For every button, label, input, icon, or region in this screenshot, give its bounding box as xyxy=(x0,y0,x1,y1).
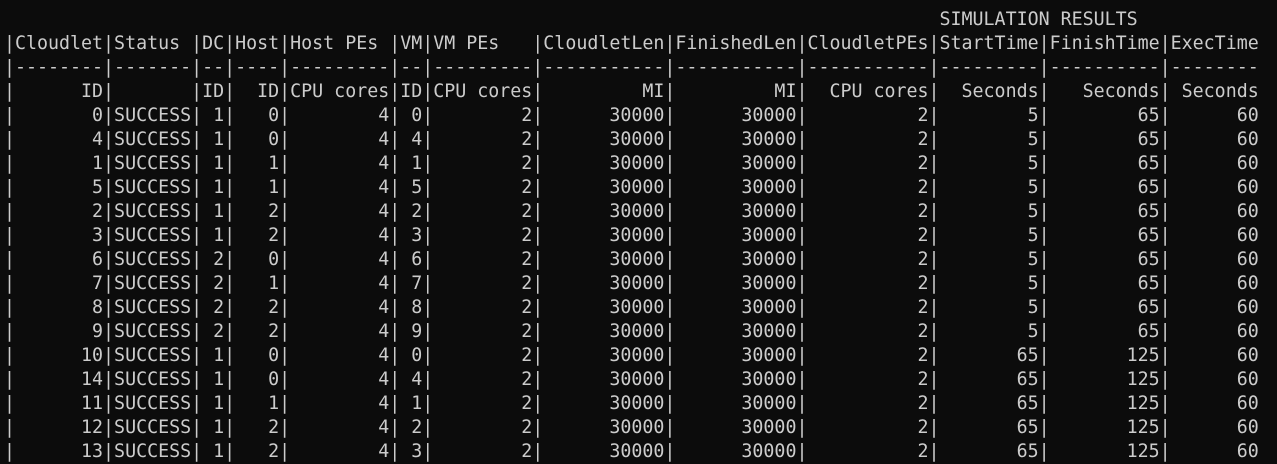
table-row: | 13|SUCCESS| 1| 2| 4| 3| 2| 30000| 3000… xyxy=(4,441,1259,462)
table-row: | 7|SUCCESS| 2| 1| 4| 7| 2| 30000| 30000… xyxy=(4,273,1259,294)
table-row: | 11|SUCCESS| 1| 1| 4| 1| 2| 30000| 3000… xyxy=(4,393,1259,414)
table-row: | 14|SUCCESS| 1| 0| 4| 4| 2| 30000| 3000… xyxy=(4,369,1259,390)
table-row: | 5|SUCCESS| 1| 1| 4| 5| 2| 30000| 30000… xyxy=(4,177,1259,198)
table-row: | 1|SUCCESS| 1| 1| 4| 1| 2| 30000| 30000… xyxy=(4,153,1259,174)
table-row: | 4|SUCCESS| 1| 0| 4| 4| 2| 30000| 30000… xyxy=(4,129,1259,150)
table-row: | 9|SUCCESS| 2| 2| 4| 9| 2| 30000| 30000… xyxy=(4,321,1259,342)
table-row: | 2|SUCCESS| 1| 2| 4| 2| 2| 30000| 30000… xyxy=(4,201,1259,222)
table-separator-row: |--------|-------|--|----|---------|--|-… xyxy=(4,57,1259,78)
table-header-row: |Cloudlet|Status |DC|Host|Host PEs |VM|V… xyxy=(4,33,1259,54)
table-row: | 3|SUCCESS| 1| 2| 4| 3| 2| 30000| 30000… xyxy=(4,225,1259,246)
simulation-results-title: SIMULATION RESULTS xyxy=(4,9,1138,30)
table-row: | 10|SUCCESS| 1| 0| 4| 0| 2| 30000| 3000… xyxy=(4,345,1259,366)
terminal-output: SIMULATION RESULTS |Cloudlet|Status |DC|H… xyxy=(4,8,1259,464)
table-row: | 6|SUCCESS| 2| 0| 4| 6| 2| 30000| 30000… xyxy=(4,249,1259,270)
table-row: | 12|SUCCESS| 1| 2| 4| 2| 2| 30000| 3000… xyxy=(4,417,1259,438)
table-units-row: | ID| |ID| ID|CPU cores|ID|CPU cores| MI… xyxy=(4,81,1259,102)
table-row: | 8|SUCCESS| 2| 2| 4| 8| 2| 30000| 30000… xyxy=(4,297,1259,318)
table-row: | 0|SUCCESS| 1| 0| 4| 0| 2| 30000| 30000… xyxy=(4,105,1259,126)
